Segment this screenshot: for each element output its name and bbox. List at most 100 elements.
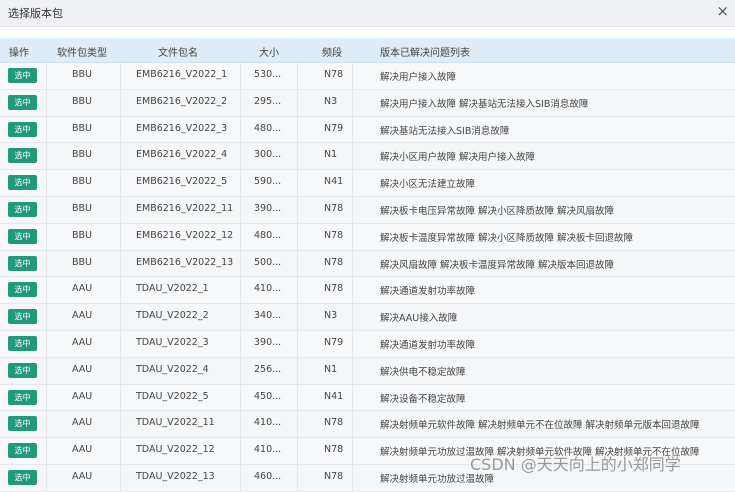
cell-band: N78 — [324, 256, 344, 268]
cell-size: 390... — [254, 202, 282, 214]
cell-desc: 解决板卡温度异常故障 解决小区降质故障 解决板卡回退故障 — [380, 232, 634, 244]
cell-name: TDAU_V2022_5 — [136, 390, 209, 402]
cell-name: EMB6216_V2022_13 — [136, 256, 234, 268]
table-row: 选中 AAU TDAU_V2022_4 256... N1 解决供电不稳定故障 — [0, 357, 735, 385]
column-divider — [46, 223, 47, 250]
header-name: 文件包名 — [158, 48, 198, 59]
column-divider — [297, 116, 298, 143]
select-button[interactable]: 选中 — [8, 389, 37, 405]
column-divider — [120, 196, 121, 223]
cell-type: AAU — [72, 470, 93, 482]
cell-size: 460... — [254, 470, 282, 482]
cell-desc: 解决AAU接入故障 — [380, 313, 458, 325]
watermark: CSDN @天天向上的小郑同学 — [470, 455, 681, 474]
column-divider — [240, 223, 241, 250]
cell-type: BBU — [72, 95, 92, 107]
cell-type: BBU — [72, 69, 92, 80]
column-divider — [120, 116, 121, 143]
column-divider — [46, 304, 47, 330]
table-row: 选中 AAU TDAU_V2022_11 410... N78 解决射频单元软件故障 解决… — [0, 411, 735, 439]
column-divider — [297, 250, 298, 277]
column-divider — [240, 438, 241, 464]
column-divider — [352, 143, 353, 170]
cell-desc: 解决供电不稳定故障 — [380, 366, 466, 378]
select-button[interactable]: 选中 — [8, 416, 37, 432]
cell-band: N79 — [324, 122, 344, 134]
cell-name: TDAU_V2022_11 — [136, 417, 215, 429]
cell-desc: 解决设备不稳定故障 — [380, 393, 466, 405]
select-button[interactable]: 选中 — [8, 121, 37, 137]
select-version-dialog: 选择版本包 × 操作 软件包类型 文件包名 大小 频段 版本已解决问题列表 选中… — [0, 0, 735, 492]
header-band: 频段 — [322, 48, 342, 59]
cell-size: 410... — [254, 283, 282, 295]
cell-band: N3 — [324, 95, 338, 107]
cell-desc: 解决板卡电压异常故障 解决小区降质故障 解决风扇故障 — [380, 205, 615, 217]
select-button[interactable]: 选中 — [8, 469, 37, 485]
column-divider — [120, 464, 121, 491]
column-divider — [297, 277, 298, 304]
select-button[interactable]: 选中 — [8, 362, 37, 378]
select-button[interactable]: 选中 — [8, 148, 37, 164]
cell-band: N78 — [324, 444, 344, 456]
select-button[interactable]: 选中 — [8, 94, 37, 110]
cell-size: 530... — [254, 69, 282, 80]
column-divider — [46, 438, 47, 464]
cell-type: BBU — [72, 122, 92, 134]
column-divider — [240, 116, 241, 143]
column-divider — [120, 438, 121, 464]
cell-band: N78 — [324, 283, 344, 295]
column-divider — [352, 464, 353, 491]
select-button[interactable]: 选中 — [8, 201, 37, 217]
cell-type: BBU — [72, 149, 92, 161]
column-divider — [297, 196, 298, 223]
column-divider — [352, 411, 353, 438]
cell-band: N3 — [324, 310, 338, 322]
header-desc: 版本已解决问题列表 — [380, 48, 470, 59]
cell-desc: 解决风扇故障 解决板卡温度异常故障 解决版本回退故障 — [380, 259, 615, 271]
cell-size: 410... — [254, 444, 282, 456]
cell-size: 410... — [254, 417, 282, 429]
column-divider — [297, 89, 298, 116]
select-button[interactable]: 选中 — [8, 228, 37, 244]
column-divider — [240, 464, 241, 491]
cell-size: 300... — [254, 149, 282, 161]
select-button[interactable]: 选中 — [8, 68, 37, 83]
cell-name: EMB6216_V2022_2 — [136, 95, 228, 107]
cell-band: N78 — [324, 470, 344, 482]
column-divider — [46, 357, 47, 384]
column-divider — [46, 330, 47, 357]
cell-type: AAU — [72, 390, 93, 402]
column-divider — [297, 170, 298, 196]
cell-desc: 解决通道发射功率故障 — [380, 339, 476, 351]
table-row: 选中 BBU EMB6216_V2022_2 295... N3 解决用户接入故障 解决基… — [0, 89, 735, 117]
column-divider — [352, 357, 353, 384]
select-button[interactable]: 选中 — [8, 335, 37, 351]
column-divider — [46, 196, 47, 223]
column-divider — [240, 89, 241, 116]
column-divider — [240, 63, 241, 89]
header-type: 软件包类型 — [57, 48, 107, 59]
close-icon[interactable]: × — [716, 2, 729, 20]
select-button[interactable]: 选中 — [8, 175, 37, 191]
column-divider — [240, 250, 241, 277]
column-divider — [46, 411, 47, 438]
column-divider — [120, 223, 121, 250]
cell-type: AAU — [72, 283, 93, 295]
select-button[interactable]: 选中 — [8, 309, 37, 325]
cell-band: N78 — [324, 202, 344, 214]
column-divider — [120, 277, 121, 304]
cell-size: 480... — [254, 229, 282, 241]
cell-name: TDAU_V2022_1 — [136, 283, 209, 295]
cell-desc: 解决射频单元软件故障 解决射频单元不在位故障 解决射频单元版本回退故障 — [380, 420, 700, 432]
column-divider — [352, 63, 353, 89]
cell-size: 500... — [254, 256, 282, 268]
select-button[interactable]: 选中 — [8, 443, 37, 459]
table-body: 选中 BBU EMB6216_V2022_1 530... N78 解决用户接入故障 选中 B… — [0, 63, 735, 492]
table-row: 选中 BBU EMB6216_V2022_12 480... N78 解决板卡温度异常故障… — [0, 223, 735, 251]
select-button[interactable]: 选中 — [8, 282, 37, 298]
cell-type: AAU — [72, 417, 93, 429]
select-button[interactable]: 选中 — [8, 255, 37, 271]
cell-type: BBU — [72, 229, 92, 241]
column-divider — [120, 384, 121, 411]
cell-name: EMB6216_V2022_4 — [136, 149, 228, 161]
